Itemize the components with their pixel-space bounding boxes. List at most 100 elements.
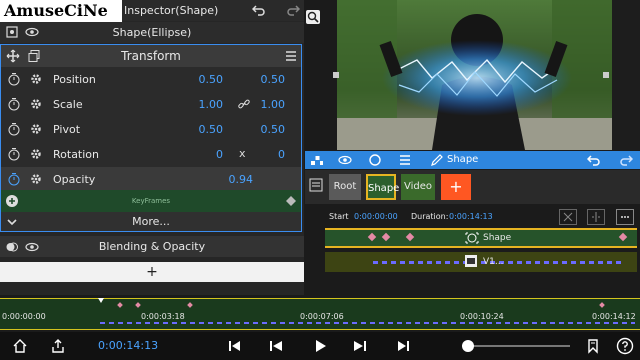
more-row[interactable]: More... (1, 212, 301, 231)
keyframe-marker[interactable] (405, 232, 415, 242)
gear-icon[interactable] (29, 172, 43, 186)
pivot-x-value[interactable]: 0.50 (199, 123, 224, 136)
rotation-separator: x (239, 147, 246, 160)
zoom-icon[interactable] (306, 10, 320, 24)
more-options-icon[interactable] (616, 209, 634, 225)
blending-label: Blending & Opacity (98, 240, 206, 253)
gear-icon[interactable] (29, 97, 43, 111)
gear-icon[interactable] (29, 122, 43, 136)
menu-icon[interactable] (285, 50, 297, 62)
keyframe-marker[interactable] (618, 232, 628, 242)
keyframe-marker[interactable] (381, 232, 391, 242)
duration-value[interactable]: 0:00:14:13 (449, 212, 493, 221)
volume-slider-track[interactable] (466, 345, 570, 347)
inspector-subject: Shape(Ellipse) (112, 26, 192, 39)
volume-slider-thumb[interactable] (462, 340, 474, 352)
ruler-tick: 0:00:10:24 (460, 312, 504, 321)
timeline-ruler[interactable]: 0:00:00:00 0:00:03:18 0:00:07:06 0:00:10… (0, 298, 640, 330)
split-icon[interactable] (587, 209, 605, 225)
track-tabs: Root Shape Video + (305, 170, 640, 204)
preview-image (337, 0, 612, 150)
position-x-value[interactable]: 0.50 (199, 73, 224, 86)
clip-info: Start 0:00:00:00 Duration: 0:00:14:13 (305, 208, 640, 226)
video-track-label: V1... (483, 257, 504, 267)
gear-icon[interactable] (29, 72, 43, 86)
share-icon[interactable] (50, 338, 66, 354)
undo-icon[interactable] (252, 3, 266, 17)
keyframes-row[interactable]: KeyFrames (1, 190, 301, 212)
scale-row: Scale 1.00 1.00 (1, 92, 301, 117)
list-icon[interactable] (309, 178, 323, 192)
keyframe-marker[interactable] (367, 232, 377, 242)
menu-icon[interactable] (398, 153, 412, 167)
more-label: More... (132, 215, 170, 228)
stopwatch-icon[interactable] (7, 72, 21, 86)
ruler-tick: 0:00:14:12 (592, 312, 636, 321)
help-icon[interactable] (616, 337, 634, 355)
position-row: Position 0.50 0.50 (1, 67, 301, 92)
keyframe-marker (599, 302, 605, 308)
video-track[interactable]: V1... (325, 252, 637, 272)
bookmark-icon[interactable] (585, 338, 601, 354)
video-preview[interactable] (337, 0, 612, 150)
play-icon[interactable] (312, 338, 328, 354)
undo-icon[interactable] (587, 153, 601, 167)
stopwatch-icon[interactable] (7, 122, 21, 136)
opacity-row: Opacity 0.94 (1, 167, 301, 190)
link-icon[interactable] (237, 97, 251, 111)
eye-icon[interactable] (338, 153, 352, 167)
add-layer-button[interactable]: + (441, 174, 471, 200)
redo-icon[interactable] (619, 153, 633, 167)
skip-back-icon[interactable] (268, 338, 284, 354)
scale-label: Scale (53, 98, 83, 111)
position-label: Position (53, 73, 96, 86)
transform-header[interactable]: Transform (1, 45, 301, 67)
blending-row[interactable]: Blending & Opacity (0, 236, 304, 257)
pencil-icon[interactable] (430, 153, 444, 167)
current-time: 0:00:14:13 (98, 339, 159, 352)
shape-crop-icon (465, 232, 479, 244)
ruler-tick: 0:00:03:18 (141, 312, 185, 321)
resize-handle-right[interactable] (603, 72, 609, 78)
layers-icon[interactable] (310, 153, 324, 167)
inspector-panel: Inspector(Shape) Shape(Ellipse) Transfor… (0, 0, 304, 295)
transform-title: Transform (121, 49, 181, 63)
opacity-value[interactable]: 0.94 (229, 173, 254, 186)
inspector-subject-bar: Shape(Ellipse) (0, 22, 304, 43)
pivot-row: Pivot 0.50 0.50 (1, 117, 301, 142)
ruler-tick: 0:00:00:00 (2, 312, 46, 321)
scale-x-value[interactable]: 1.00 (199, 98, 224, 111)
shape-track-label: Shape (483, 233, 512, 243)
shape-track[interactable]: Shape (325, 228, 637, 248)
scale-y-value[interactable]: 1.00 (261, 98, 286, 111)
resize-handle-left[interactable] (333, 72, 339, 78)
add-effect-button[interactable]: + (0, 262, 304, 282)
inspector-title: Inspector(Shape) (124, 4, 219, 17)
stopwatch-icon[interactable] (7, 147, 21, 161)
rotation-value[interactable]: 0 (216, 148, 223, 161)
next-frame-icon[interactable] (396, 338, 412, 354)
pivot-label: Pivot (53, 123, 81, 136)
playhead-marker[interactable] (98, 298, 104, 303)
position-y-value[interactable]: 0.50 (261, 73, 286, 86)
start-value[interactable]: 0:00:00:00 (354, 212, 398, 221)
watermark-text: AmuseCiNe (0, 0, 122, 22)
keyframe-diamond-icon[interactable] (285, 195, 297, 207)
stopwatch-active-icon[interactable] (7, 172, 21, 186)
previous-frame-icon[interactable] (226, 338, 242, 354)
skip-forward-icon[interactable] (352, 338, 368, 354)
stopwatch-icon[interactable] (7, 97, 21, 111)
circle-icon[interactable] (368, 153, 382, 167)
rotation-row: Rotation 0 x 0 (1, 142, 301, 167)
gear-icon[interactable] (29, 147, 43, 161)
pivot-y-value[interactable]: 0.50 (261, 123, 286, 136)
video-clip-icon (465, 255, 477, 267)
home-icon[interactable] (12, 338, 28, 354)
preview-side-strip (612, 0, 640, 150)
tab-shape[interactable]: Shape (366, 174, 399, 200)
tab-video[interactable]: Video (401, 174, 435, 200)
redo-icon[interactable] (286, 3, 300, 17)
tab-root[interactable]: Root (329, 174, 361, 200)
rotation-turns-value[interactable]: 0 (278, 148, 285, 161)
trim-icon[interactable] (559, 209, 577, 225)
